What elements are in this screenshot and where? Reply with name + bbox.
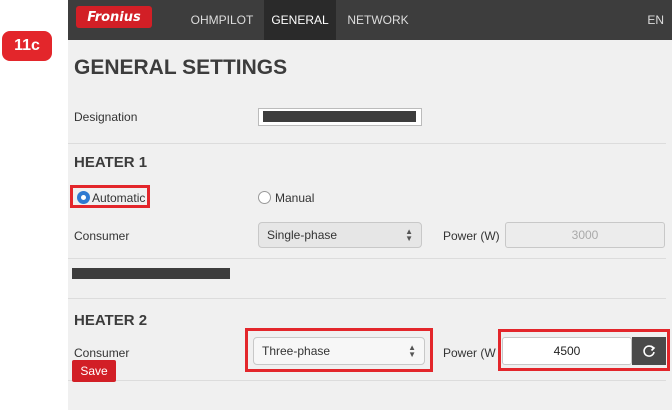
step-badge: 11c xyxy=(2,31,52,61)
heater1-consumer-select[interactable]: Single-phase ▲ ▼ xyxy=(258,222,422,248)
fronius-logo: Fronius xyxy=(76,6,152,28)
designation-label: Designation xyxy=(74,110,138,124)
manual-label: Manual xyxy=(275,191,315,205)
heater2-power-input[interactable]: 4500 xyxy=(502,337,632,365)
heater1-consumer-label: Consumer xyxy=(74,229,130,243)
heater1-power-input[interactable]: 3000 xyxy=(505,222,665,248)
logo-text: Fronius xyxy=(87,9,141,25)
language-selector[interactable]: EN xyxy=(647,0,664,40)
refresh-icon xyxy=(643,345,656,357)
radio-manual[interactable] xyxy=(258,191,271,204)
redacted-bar xyxy=(72,268,230,279)
heater1-title: HEATER 1 xyxy=(74,154,148,171)
tab-ohmpilot[interactable]: OHMPILOT xyxy=(186,0,258,40)
divider xyxy=(68,258,666,259)
divider xyxy=(68,143,666,144)
top-navigation-bar: Fronius OHMPILOT GENERAL NETWORK EN xyxy=(68,0,672,40)
refresh-button[interactable] xyxy=(632,337,666,365)
heater2-power-label: Power (W xyxy=(443,346,496,360)
select-arrows-icon: ▲ ▼ xyxy=(408,343,416,359)
divider xyxy=(68,380,666,381)
select-arrows-icon: ▲ ▼ xyxy=(405,227,413,243)
settings-panel: Fronius OHMPILOT GENERAL NETWORK EN GENE… xyxy=(68,0,672,410)
page-title: GENERAL SETTINGS xyxy=(74,56,288,79)
heater1-consumer-value: Single-phase xyxy=(267,228,338,242)
tab-network[interactable]: NETWORK xyxy=(342,0,414,40)
heater2-consumer-label: Consumer xyxy=(74,346,130,360)
tab-general[interactable]: GENERAL xyxy=(264,0,336,40)
save-button[interactable]: Save xyxy=(72,360,116,382)
heater2-consumer-select[interactable]: Three-phase ▲ ▼ xyxy=(253,337,425,365)
heater1-power-label: Power (W) xyxy=(443,229,500,243)
redacted-value xyxy=(263,111,416,122)
automatic-label: Automatic xyxy=(92,191,146,205)
radio-automatic[interactable] xyxy=(77,191,90,204)
heater2-consumer-value: Three-phase xyxy=(262,344,331,358)
heater2-title: HEATER 2 xyxy=(74,312,148,329)
divider xyxy=(68,298,666,299)
designation-field[interactable] xyxy=(258,108,422,126)
